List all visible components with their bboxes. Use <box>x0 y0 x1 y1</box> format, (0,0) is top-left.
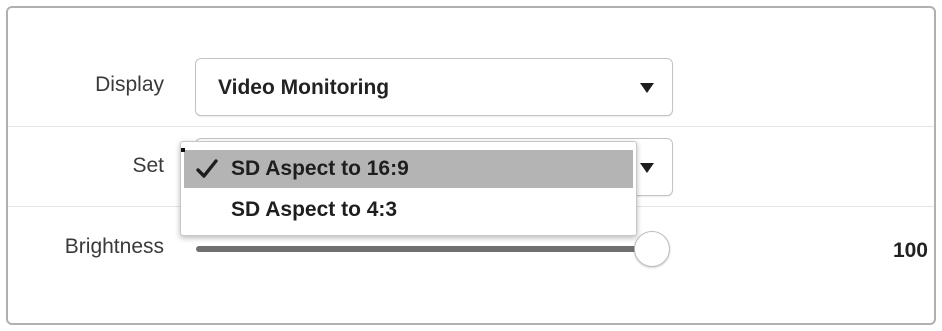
menu-corner-marker <box>181 148 185 152</box>
menu-item-label: SD Aspect to 16:9 <box>231 157 409 180</box>
set-label: Set <box>132 154 164 177</box>
display-select[interactable]: Video Monitoring <box>195 58 673 116</box>
brightness-slider-thumb[interactable] <box>634 231 670 267</box>
menu-item-sd-aspect-16-9[interactable]: SD Aspect to 16:9 <box>184 150 633 188</box>
menu-item-label: SD Aspect to 4:3 <box>231 198 398 221</box>
display-select-value: Video Monitoring <box>218 76 390 99</box>
triangle-down-icon <box>640 83 654 93</box>
row-divider <box>8 126 934 127</box>
set-dropdown-menu: SD Aspect to 16:9 SD Aspect to 4:3 <box>180 141 637 236</box>
checkmark-icon <box>196 159 218 178</box>
menu-item-sd-aspect-4-3[interactable]: SD Aspect to 4:3 <box>184 191 633 229</box>
brightness-slider-track[interactable] <box>196 246 652 252</box>
brightness-value: 100 <box>892 239 928 262</box>
display-label: Display <box>95 73 164 96</box>
brightness-label: Brightness <box>64 235 164 258</box>
triangle-down-icon <box>640 163 654 173</box>
